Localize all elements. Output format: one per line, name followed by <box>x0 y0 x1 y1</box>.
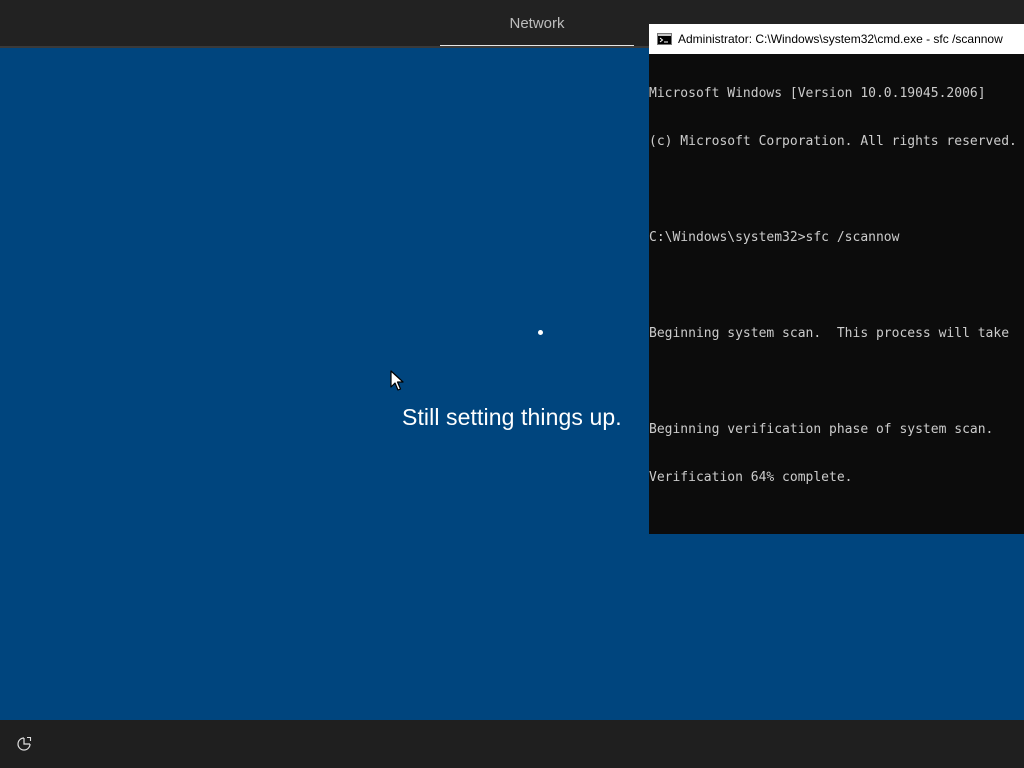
console-line: Microsoft Windows [Version 10.0.19045.20… <box>649 86 986 101</box>
loading-spinner-dot <box>538 330 543 335</box>
top-bar-divider <box>0 46 649 48</box>
accessibility-icon <box>17 736 32 751</box>
console-line: C:\Windows\system32>sfc /scannow <box>649 230 900 245</box>
command-prompt-output[interactable]: Microsoft Windows [Version 10.0.19045.20… <box>649 54 1024 518</box>
console-line: (c) Microsoft Corporation. All rights re… <box>649 134 1017 149</box>
accessibility-button[interactable] <box>12 732 36 756</box>
cmd-icon <box>657 33 672 45</box>
command-prompt-titlebar[interactable]: Administrator: C:\Windows\system32\cmd.e… <box>649 24 1024 54</box>
oobe-screen: Network Still setting things up. Adminis… <box>0 0 1024 768</box>
bottom-bar <box>0 720 1024 768</box>
setup-status-text: Still setting things up. <box>402 404 622 430</box>
console-line: Verification 64% complete. <box>649 470 853 485</box>
mouse-cursor-icon <box>390 370 404 391</box>
tab-network[interactable]: Network <box>440 0 634 46</box>
command-prompt-window[interactable]: Administrator: C:\Windows\system32\cmd.e… <box>649 24 1024 534</box>
command-prompt-title: Administrator: C:\Windows\system32\cmd.e… <box>678 32 1003 46</box>
console-line: Beginning system scan. This process will… <box>649 326 1010 341</box>
console-line: Beginning verification phase of system s… <box>649 422 994 437</box>
